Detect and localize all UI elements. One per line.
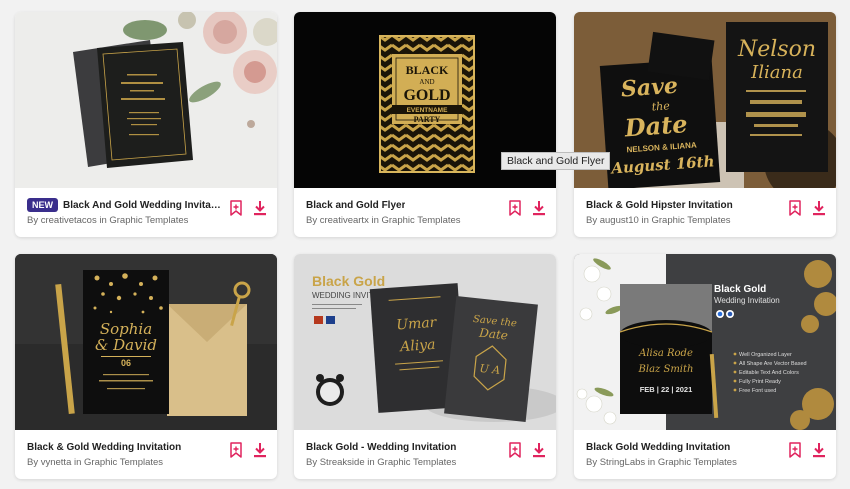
- invite-line-2: & David: [95, 336, 157, 354]
- card-title[interactable]: Black & Gold Hipster Invitation: [586, 200, 733, 211]
- card-thumbnail[interactable]: Alisa Rode Blaz Smith FEB | 22 | 2021 Bl…: [574, 254, 836, 430]
- card-byline[interactable]: By StringLabs in Graphic Templates: [586, 457, 737, 468]
- hipster-right-1: Nelson: [737, 37, 816, 62]
- bookmark-plus-icon[interactable]: [508, 442, 522, 458]
- hipster-line-1: Save: [620, 73, 679, 103]
- template-card-3[interactable]: Nelson Iliana Save the Date NELSON & ILI…: [574, 12, 836, 237]
- bg2-heading: Black Gold: [714, 284, 766, 295]
- template-card-6[interactable]: Alisa Rode Blaz Smith FEB | 22 | 2021 Bl…: [574, 254, 836, 479]
- card-title[interactable]: Black Gold - Wedding Invitation: [306, 442, 456, 453]
- feature-5: Free Font used: [739, 388, 776, 394]
- flyer-line-2: AND: [419, 78, 434, 86]
- download-icon[interactable]: [253, 442, 267, 458]
- card-thumbnail[interactable]: Sophia & David 06: [15, 254, 277, 430]
- feature-1: Well Organized Layer: [739, 352, 792, 358]
- invite-line-3: 06: [121, 358, 131, 368]
- template-card-1[interactable]: NEW Black And Gold Wedding Invitati... B…: [15, 12, 277, 237]
- bg2-names-1: Alisa Rode: [638, 348, 693, 359]
- feature-3: Editable Text And Colors: [739, 370, 799, 376]
- card-title[interactable]: Black Gold Wedding Invitation: [586, 442, 730, 453]
- download-icon[interactable]: [532, 442, 546, 458]
- template-card-4[interactable]: Sophia & David 06 Black & Gold Wedding I…: [15, 254, 277, 479]
- template-card-5[interactable]: Black Gold WEDDING INVITATION Umar Aliya…: [294, 254, 556, 479]
- bg-heading: Black Gold: [312, 273, 385, 289]
- download-icon[interactable]: [253, 200, 267, 216]
- card-byline[interactable]: By creativetacos in Graphic Templates: [27, 215, 188, 226]
- bookmark-plus-icon[interactable]: [788, 442, 802, 458]
- bg-names-2: Aliya: [398, 337, 436, 356]
- card-byline[interactable]: By august10 in Graphic Templates: [586, 215, 731, 226]
- bookmark-plus-icon[interactable]: [229, 442, 243, 458]
- download-icon[interactable]: [812, 200, 826, 216]
- card-title[interactable]: Black & Gold Wedding Invitation: [27, 442, 181, 453]
- card-byline[interactable]: By vynetta in Graphic Templates: [27, 457, 163, 468]
- bg-names-1: Umar: [396, 315, 438, 334]
- hover-tooltip: Black and Gold Flyer: [501, 152, 611, 170]
- hipster-right-2: Iliana: [750, 62, 803, 83]
- card-byline[interactable]: By creativeartx in Graphic Templates: [306, 215, 461, 226]
- flyer-line-5: PARTY: [414, 115, 441, 124]
- card-byline[interactable]: By Streakside in Graphic Templates: [306, 457, 456, 468]
- template-card-2[interactable]: BLACK AND GOLD EVENTNAME PARTY Black and…: [294, 12, 556, 237]
- new-badge: NEW: [27, 198, 58, 212]
- bg2-names-2: Blaz Smith: [638, 364, 694, 375]
- feature-4: Fully Print Ready: [739, 379, 781, 385]
- card-thumbnail[interactable]: [15, 12, 277, 188]
- card-thumbnail[interactable]: Nelson Iliana Save the Date NELSON & ILI…: [574, 12, 836, 188]
- hipster-line-3: Date: [623, 109, 689, 142]
- bg2-subheading: Wedding Invitation: [714, 296, 780, 305]
- download-icon[interactable]: [532, 200, 546, 216]
- card-title[interactable]: Black And Gold Wedding Invitati...: [63, 200, 223, 211]
- flyer-line-4: EVENTNAME: [407, 107, 448, 114]
- card-title[interactable]: Black and Gold Flyer: [306, 200, 405, 211]
- bookmark-plus-icon[interactable]: [508, 200, 522, 216]
- bookmark-plus-icon[interactable]: [229, 200, 243, 216]
- feature-2: All Shape Are Vector Based: [739, 361, 807, 367]
- flyer-line-1: BLACK: [406, 63, 449, 77]
- flyer-line-3: GOLD: [403, 87, 450, 104]
- download-icon[interactable]: [812, 442, 826, 458]
- card-thumbnail[interactable]: Black Gold WEDDING INVITATION Umar Aliya…: [294, 254, 556, 430]
- bookmark-plus-icon[interactable]: [788, 200, 802, 216]
- bg-monogram: U A: [479, 362, 501, 377]
- bg2-date: FEB | 22 | 2021: [640, 385, 693, 394]
